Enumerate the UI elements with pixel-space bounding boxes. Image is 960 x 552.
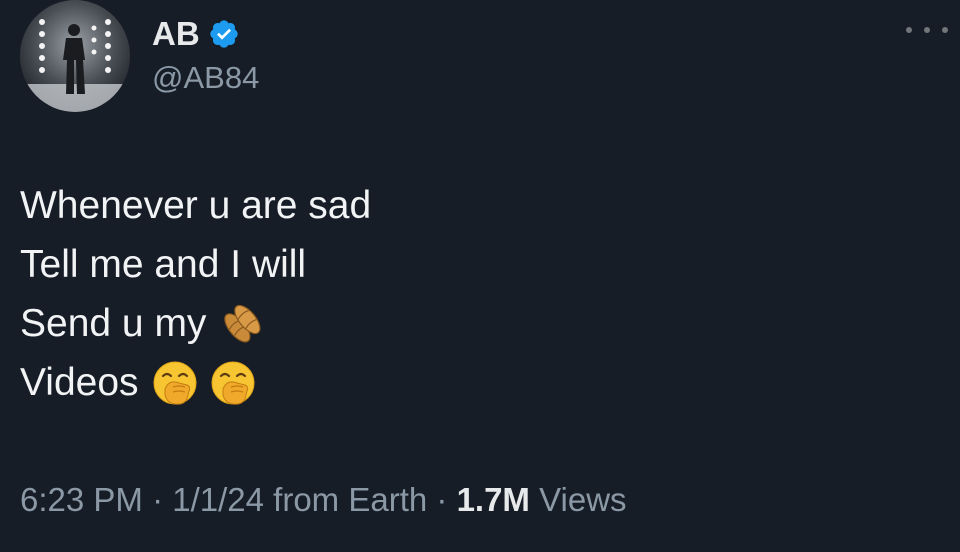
meta-separator: · xyxy=(152,481,164,518)
more-dot xyxy=(942,27,948,33)
tweet-date[interactable]: 1/1/24 xyxy=(172,481,264,518)
more-dot xyxy=(906,27,912,33)
tweet-time[interactable]: 6:23 PM xyxy=(20,481,143,518)
author-display-name[interactable]: AB xyxy=(152,14,200,54)
views-label[interactable]: Views xyxy=(539,481,626,518)
tweet-line-text: Tell me and I will xyxy=(20,243,307,286)
tweet-source: from Earth xyxy=(273,481,428,518)
author-handle[interactable]: @AB84 xyxy=(152,58,259,98)
tweet-meta: 6:23 PM · 1/1/24 from Earth · 1.7M Views xyxy=(20,476,627,524)
more-dot xyxy=(924,27,930,33)
views-count[interactable]: 1.7M xyxy=(457,481,530,518)
peanuts-emoji-icon xyxy=(218,300,266,348)
tweet-line: Send u my xyxy=(20,294,920,353)
author-name-row[interactable]: AB xyxy=(152,14,240,54)
tweet-text: Whenever u are sad Tell me and I will Se… xyxy=(20,176,920,412)
more-options-icon[interactable] xyxy=(906,18,948,42)
avatar[interactable] xyxy=(20,0,130,112)
tweet-line-text: Send u my xyxy=(20,302,207,345)
tweet-line-text: Videos xyxy=(20,361,139,404)
verified-badge-icon xyxy=(208,18,240,50)
tweet-line-text: Whenever u are sad xyxy=(20,184,372,227)
face-with-hand-over-mouth-emoji-icon xyxy=(209,359,257,407)
face-with-hand-over-mouth-emoji-icon xyxy=(151,359,199,407)
meta-separator: · xyxy=(436,481,448,518)
tweet-line: Whenever u are sad xyxy=(20,176,920,235)
tweet-line: Tell me and I will xyxy=(20,235,920,294)
tweet-card: AB @AB84 Whenever u are sad Tell me and … xyxy=(0,0,960,552)
tweet-line: Videos xyxy=(20,353,920,412)
